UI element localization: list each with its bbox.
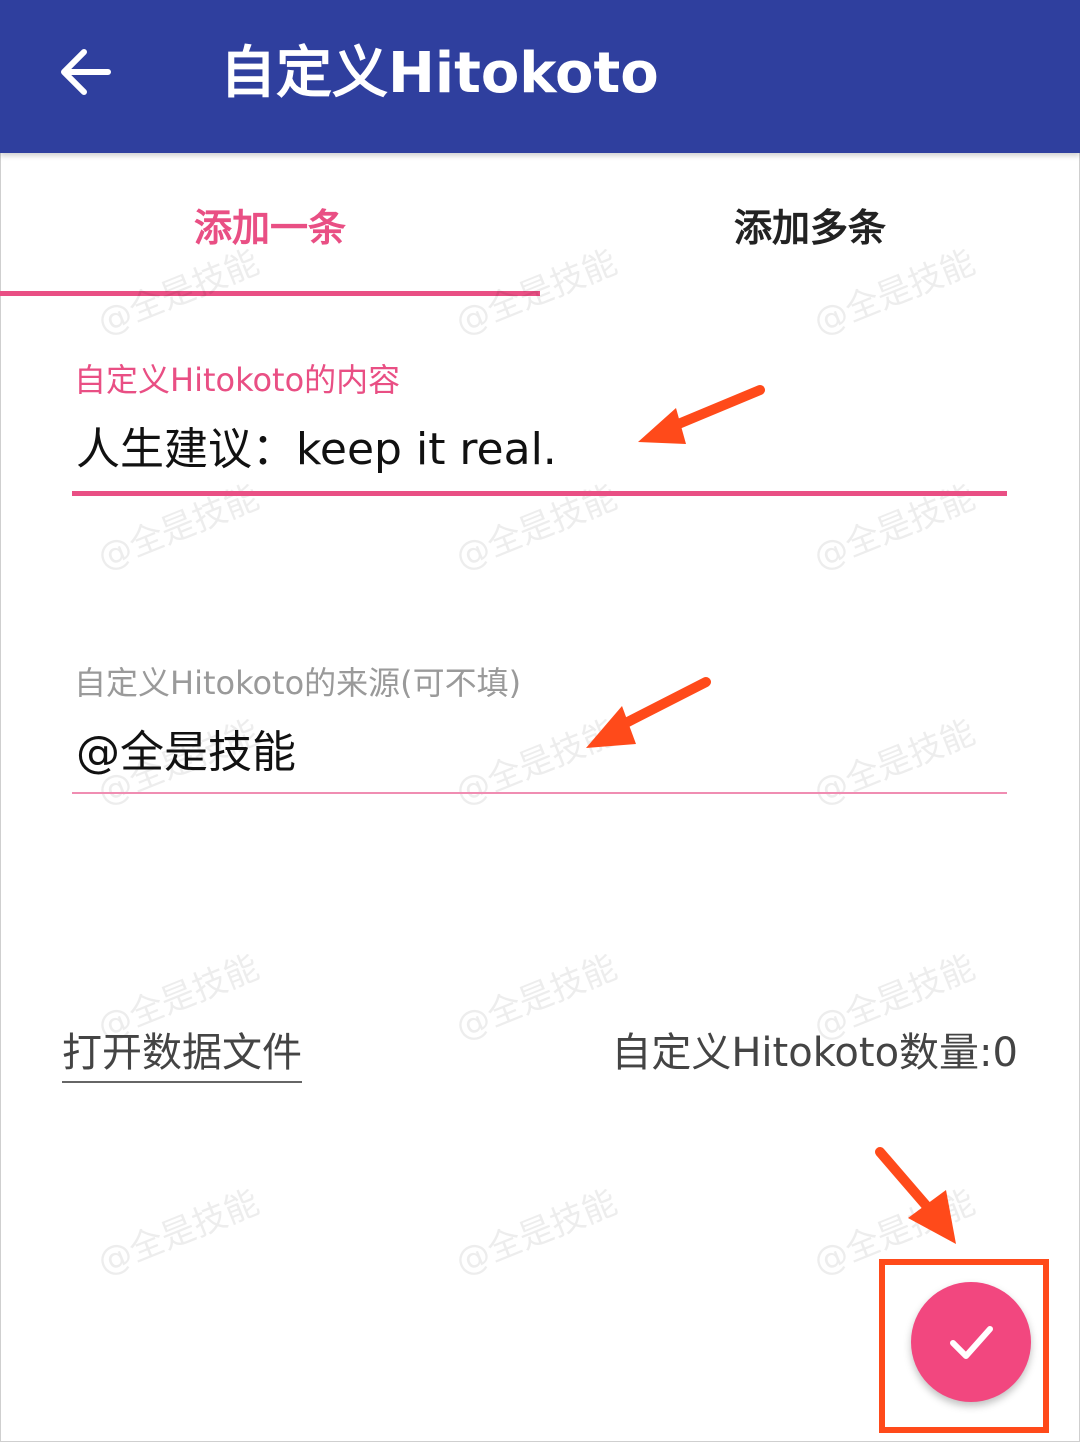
source-field-label: 自定义Hitokoto的来源(可不填) [74, 664, 522, 702]
tab-indicator [0, 291, 540, 296]
source-field: 自定义Hitokoto的来源(可不填) [72, 658, 1007, 808]
app-bar: 自定义Hitokoto [0, 0, 1080, 153]
tab-label: 添加多条 [733, 205, 886, 250]
source-underline [72, 792, 1007, 794]
content-field: 自定义Hitokoto的内容 [72, 355, 1007, 505]
content-input[interactable] [72, 405, 1007, 485]
app-title: 自定义Hitokoto [220, 41, 659, 106]
hitokoto-count: 自定义Hitokoto数量:0 [611, 1025, 1018, 1081]
content-underline [72, 491, 1007, 496]
check-icon [950, 1326, 993, 1359]
count-label: 自定义Hitokoto数量: [611, 1030, 993, 1076]
back-button[interactable] [44, 30, 128, 114]
content-field-label: 自定义Hitokoto的内容 [74, 361, 401, 399]
arrow-left-icon [61, 49, 111, 95]
count-value: 0 [992, 1030, 1018, 1076]
open-data-file-link[interactable]: 打开数据文件 [62, 1025, 302, 1083]
source-input[interactable] [72, 708, 1007, 788]
tab-bar: 添加一条 添加多条 [0, 153, 1080, 299]
tab-add-multiple[interactable]: 添加多条 [540, 153, 1080, 299]
tab-label: 添加一条 [193, 205, 346, 250]
confirm-fab-button[interactable] [911, 1282, 1031, 1402]
tab-add-one[interactable]: 添加一条 [0, 153, 540, 299]
